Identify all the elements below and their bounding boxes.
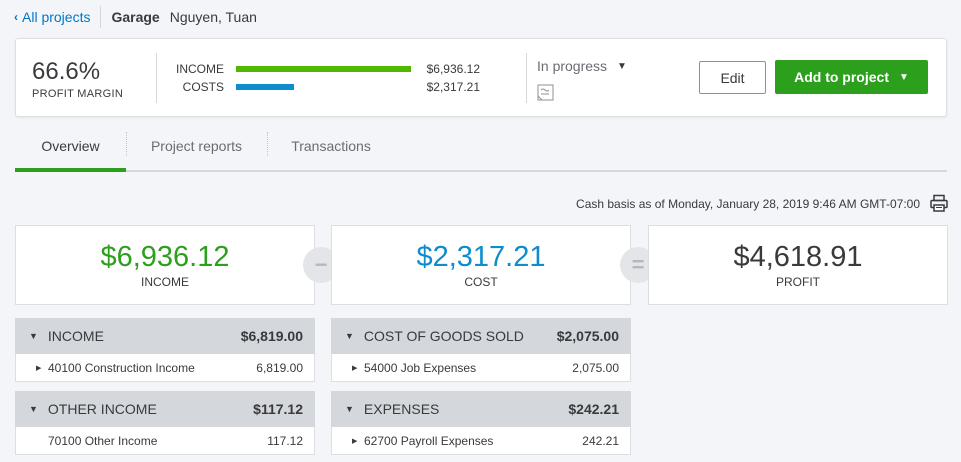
- profit-margin-value: 66.6%: [32, 58, 101, 85]
- account-value: 117.12: [267, 433, 303, 448]
- panel-total: $6,819.00: [240, 328, 303, 344]
- caret-right-icon: ▶: [352, 364, 358, 372]
- cogs-panel-header[interactable]: ▼ COST OF GOODS SOLD $2,075.00: [331, 318, 631, 354]
- panel-title: INCOME: [47, 328, 104, 344]
- costs-bar-track: [236, 84, 411, 90]
- list-item[interactable]: ▶ 40100 Construction Income 6,819.00: [15, 354, 315, 382]
- cogs-panel: ▼ COST OF GOODS SOLD $2,075.00 ▶ 54000 J…: [331, 318, 631, 382]
- caret-down-icon: ▼: [345, 331, 354, 341]
- tab-project-reports[interactable]: Project reports: [126, 122, 267, 170]
- account-value: 242.21: [582, 433, 619, 448]
- account-name: 62700 Payroll Expenses: [364, 433, 494, 448]
- list-item[interactable]: ▶ 62700 Payroll Expenses 242.21: [331, 427, 631, 455]
- caret-down-icon: ▼: [29, 331, 38, 341]
- panel-total: $242.21: [568, 401, 619, 417]
- costs-bar-row: COSTS $2,317.21: [176, 79, 480, 95]
- caret-right-icon: ▶: [36, 364, 42, 372]
- status-dropdown[interactable]: In progress ▼: [537, 58, 627, 74]
- project-name: Garage: [111, 9, 160, 25]
- tab-transactions[interactable]: Transactions: [267, 122, 395, 170]
- panel-total: $117.12: [253, 401, 303, 417]
- costs-bar-label: COSTS: [182, 80, 224, 94]
- other-income-panel: ▼ OTHER INCOME $117.12 70100 Other Incom…: [15, 391, 315, 455]
- project-summary: 66.6% PROFIT MARGIN INCOME $6,936.12 COS…: [15, 38, 947, 117]
- cost-card: $2,317.21 COST: [331, 225, 631, 305]
- profit-card: $4,618.91 PROFIT: [648, 225, 948, 305]
- account-name: 54000 Job Expenses: [364, 360, 477, 375]
- panel-title: OTHER INCOME: [47, 401, 157, 417]
- caret-right-icon: ▶: [352, 437, 358, 445]
- project-tabs: Overview Project reports Transactions: [15, 122, 947, 172]
- other-income-panel-header[interactable]: ▼ OTHER INCOME $117.12: [15, 391, 315, 427]
- summary-divider: [156, 53, 157, 103]
- status-value: In progress: [537, 58, 608, 74]
- add-to-project-label: Add to project: [794, 69, 889, 85]
- account-value: 2,075.00: [572, 360, 619, 375]
- caret-down-icon: ▼: [617, 60, 627, 72]
- cash-basis-text: Cash basis as of Monday, January 28, 201…: [576, 197, 920, 211]
- costs-bar-value: $2,317.21: [426, 80, 480, 94]
- customer-name[interactable]: Nguyen, Tuan: [170, 9, 257, 25]
- cost-card-amount: $2,317.21: [416, 241, 546, 273]
- breadcrumb-divider: [100, 6, 102, 28]
- income-card: $6,936.12 INCOME: [15, 225, 315, 305]
- account-name: 70100 Other Income: [48, 433, 158, 448]
- panel-title: EXPENSES: [363, 401, 440, 417]
- panel-title: COST OF GOODS SOLD: [363, 328, 524, 344]
- income-panel-header[interactable]: ▼ INCOME $6,819.00: [15, 318, 315, 354]
- expenses-panel-header[interactable]: ▼ EXPENSES $242.21: [331, 391, 631, 427]
- list-item[interactable]: ▶ 54000 Job Expenses 2,075.00: [331, 354, 631, 382]
- profit-margin-label: PROFIT MARGIN: [32, 88, 124, 100]
- add-to-project-button[interactable]: Add to project ▼: [775, 60, 928, 94]
- income-bar-label: INCOME: [176, 62, 224, 76]
- profit-card-label: PROFIT: [776, 275, 820, 289]
- caret-down-icon: ▼: [898, 71, 909, 83]
- profit-card-amount: $4,618.91: [733, 241, 863, 273]
- expenses-panel: ▼ EXPENSES $242.21 ▶ 62700 Payroll Expen…: [331, 391, 631, 455]
- income-bar-row: INCOME $6,936.12: [176, 61, 480, 77]
- costs-bar: [236, 84, 295, 90]
- summary-divider-2: [526, 53, 527, 103]
- tab-overview[interactable]: Overview: [15, 122, 126, 172]
- income-card-amount: $6,936.12: [100, 241, 230, 273]
- account-value: 6,819.00: [256, 360, 303, 375]
- note-icon[interactable]: [537, 84, 554, 101]
- all-projects-label: All projects: [22, 9, 91, 25]
- chevron-left-icon: ‹: [14, 10, 18, 24]
- account-name: 40100 Construction Income: [48, 360, 195, 375]
- cost-card-label: COST: [464, 275, 498, 289]
- income-bar-track: [236, 66, 411, 72]
- income-card-label: INCOME: [141, 275, 189, 289]
- printer-icon[interactable]: [930, 194, 948, 212]
- edit-button[interactable]: Edit: [699, 61, 766, 94]
- caret-down-icon: ▼: [29, 404, 38, 414]
- income-bar: [236, 66, 411, 72]
- breadcrumb: ‹ All projects Garage Nguyen, Tuan: [14, 6, 257, 28]
- income-panel: ▼ INCOME $6,819.00 ▶ 40100 Construction …: [15, 318, 315, 382]
- list-item[interactable]: 70100 Other Income 117.12: [15, 427, 315, 455]
- panel-total: $2,075.00: [556, 328, 619, 344]
- caret-down-icon: ▼: [345, 404, 354, 414]
- all-projects-link[interactable]: ‹ All projects: [14, 9, 90, 25]
- income-bar-value: $6,936.12: [426, 62, 480, 76]
